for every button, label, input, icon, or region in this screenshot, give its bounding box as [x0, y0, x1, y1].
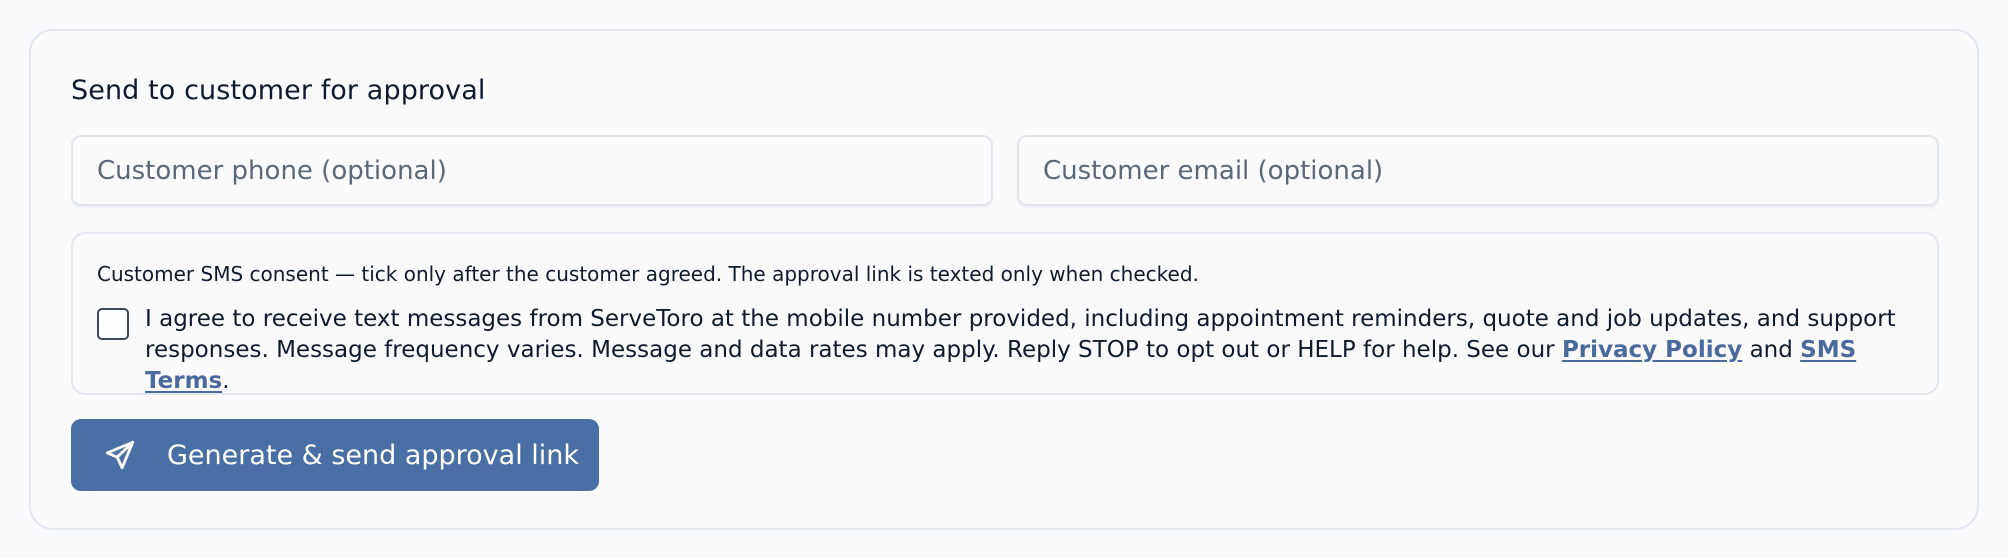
sms-consent-checkbox[interactable]: [97, 308, 129, 340]
end-punct: .: [222, 368, 230, 394]
privacy-policy-link[interactable]: Privacy Policy: [1562, 337, 1742, 363]
and-text: and: [1749, 337, 1793, 363]
sms-consent-label: I agree to receive text messages from Se…: [145, 304, 1915, 397]
paper-plane-icon: [105, 440, 135, 470]
approval-card: Send to customer for approval Customer S…: [29, 29, 1979, 530]
sms-consent-box: Customer SMS consent — tick only after t…: [71, 232, 1939, 395]
sms-consent-note: Customer SMS consent — tick only after t…: [97, 262, 1199, 286]
customer-email-input[interactable]: [1017, 135, 1939, 206]
card-title: Send to customer for approval: [71, 75, 486, 106]
send-button-label: Generate & send approval link: [167, 439, 580, 471]
customer-phone-input[interactable]: [71, 135, 993, 206]
generate-send-approval-link-button[interactable]: Generate & send approval link: [71, 419, 599, 491]
